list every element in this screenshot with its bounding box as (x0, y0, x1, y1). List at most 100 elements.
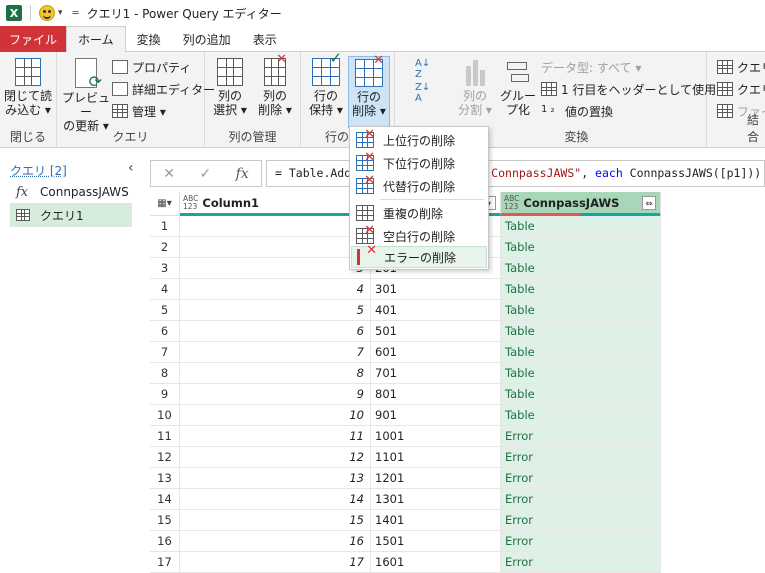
data-type-dropdown[interactable]: データ型: すべて ▾ (541, 57, 641, 77)
table-cell[interactable]: 10 (180, 405, 371, 426)
manage-button[interactable]: 管理 ▾ (112, 101, 166, 121)
table-row[interactable]: 8 8 701 Table (150, 363, 661, 384)
table-cell[interactable]: 2 (180, 237, 371, 258)
tab-home[interactable]: ホーム (66, 26, 126, 53)
close-and-load-button[interactable]: 閉じて読 み込む ▾ (4, 58, 52, 117)
table-cell[interactable]: 401 (371, 300, 501, 321)
table-cell[interactable]: 1201 (371, 468, 501, 489)
table-cell[interactable]: 1101 (371, 447, 501, 468)
menu-item-remove-duplicates[interactable]: 重複の削除 (351, 202, 487, 224)
table-cell[interactable]: 13 (180, 468, 371, 489)
table-cell[interactable]: Table (501, 321, 661, 342)
table-row[interactable]: 6 6 501 Table (150, 321, 661, 342)
menu-item-remove-errors[interactable]: エラーの削除 (351, 243, 487, 268)
table-cell[interactable]: Error (501, 510, 661, 531)
table-cell[interactable]: Error (501, 552, 661, 573)
use-first-row-as-headers-button[interactable]: 1 行目をヘッダーとして使用 ▾ (541, 79, 726, 99)
table-cell[interactable]: Error (501, 468, 661, 489)
type-any-icon[interactable]: ABC 123 (183, 194, 198, 211)
feedback-smiley-icon[interactable] (39, 5, 55, 21)
replace-values-button[interactable]: 1 ₂ 値の置換 (541, 101, 613, 121)
table-cell[interactable]: Table (501, 300, 661, 321)
table-cell[interactable]: Table (501, 405, 661, 426)
table-cell[interactable]: 701 (371, 363, 501, 384)
sort-descending-icon[interactable]: Z↓ A (415, 82, 430, 104)
table-cell[interactable]: Table (501, 363, 661, 384)
table-cell[interactable]: 801 (371, 384, 501, 405)
column-header-column1[interactable]: ABC 123 Column1 ▾ (180, 192, 371, 216)
table-cell[interactable]: 17 (180, 552, 371, 573)
table-cell[interactable]: 5 (180, 300, 371, 321)
collapse-pane-icon[interactable]: ‹ (128, 160, 134, 176)
split-column-button[interactable]: 列の 分割 ▾ (455, 58, 495, 117)
table-cell[interactable]: Table (501, 342, 661, 363)
keep-rows-button[interactable]: 行の 保持 ▾ (306, 51, 346, 117)
table-row[interactable]: 16 16 1501 Error (150, 531, 661, 552)
table-cell[interactable]: 12 (180, 447, 371, 468)
table-row[interactable]: 14 14 1301 Error (150, 489, 661, 510)
cancel-formula-icon[interactable]: ✕ (163, 166, 175, 182)
table-row[interactable]: 9 9 801 Table (150, 384, 661, 405)
confirm-formula-icon[interactable]: ✓ (199, 166, 211, 182)
table-cell[interactable]: 901 (371, 405, 501, 426)
table-row[interactable]: 4 4 301 Table (150, 279, 661, 300)
table-row[interactable]: 17 17 1601 Error (150, 552, 661, 573)
table-row[interactable]: 10 10 901 Table (150, 405, 661, 426)
table-row[interactable]: 12 12 1101 Error (150, 447, 661, 468)
table-cell[interactable]: 4 (180, 279, 371, 300)
table-cell[interactable]: Table (501, 279, 661, 300)
table-cell[interactable]: Error (501, 531, 661, 552)
merge-queries-button[interactable]: クエリの (717, 57, 765, 77)
chevron-down-icon[interactable]: ▾ (58, 8, 63, 18)
table-row[interactable]: 11 11 1001 Error (150, 426, 661, 447)
tab-view[interactable]: 表示 (242, 26, 288, 52)
tab-transform[interactable]: 変換 (126, 26, 172, 52)
table-cell[interactable]: Error (501, 447, 661, 468)
tab-file[interactable]: ファイル (0, 26, 67, 52)
remove-rows-button[interactable]: 行の 削除 ▾ (348, 54, 390, 128)
sort-ascending-icon[interactable]: A↓ Z (415, 58, 430, 80)
refresh-preview-button[interactable]: ⟳ プレビュー の更新 ▾ (60, 58, 112, 133)
table-cell[interactable]: 14 (180, 489, 371, 510)
menu-item-remove-alternate-rows[interactable]: 代替行の削除 (351, 173, 487, 197)
query-item-connpassjaws[interactable]: fx ConnpassJAWS (10, 180, 132, 204)
table-cell[interactable]: 1601 (371, 552, 501, 573)
table-cell[interactable]: Error (501, 489, 661, 510)
table-cell[interactable]: 6 (180, 321, 371, 342)
choose-columns-button[interactable]: 列の 選択 ▾ (210, 58, 250, 117)
table-row[interactable]: 15 15 1401 Error (150, 510, 661, 531)
table-cell[interactable]: 9 (180, 384, 371, 405)
tab-add-column[interactable]: 列の追加 (172, 26, 242, 52)
table-cell[interactable]: 15 (180, 510, 371, 531)
customize-qat-icon[interactable]: ═ (73, 8, 79, 19)
column-header-connpassjaws[interactable]: ABC 123 ConnpassJAWS ⇔ (501, 192, 661, 216)
table-cell[interactable]: 501 (371, 321, 501, 342)
properties-button[interactable]: プロパティ (112, 57, 191, 77)
table-cell[interactable]: 11 (180, 426, 371, 447)
menu-item-remove-top-rows[interactable]: 上位行の削除 (351, 127, 487, 151)
type-any-icon[interactable]: ABC 123 (504, 194, 519, 211)
table-cell[interactable]: 1001 (371, 426, 501, 447)
menu-item-remove-bottom-rows[interactable]: 下位行の削除 (351, 150, 487, 174)
table-cell[interactable]: 301 (371, 279, 501, 300)
table-cell[interactable]: 3 (180, 258, 371, 279)
query-item-query1[interactable]: クエリ1 (10, 203, 132, 227)
expand-column-icon[interactable]: ⇔ (642, 196, 656, 210)
table-cell[interactable]: 601 (371, 342, 501, 363)
append-queries-button[interactable]: クエリの (717, 79, 765, 99)
advanced-editor-button[interactable]: 詳細エディター (112, 79, 215, 99)
group-by-button[interactable]: グルー プ化 (499, 58, 537, 117)
remove-columns-button[interactable]: 列の 削除 ▾ (255, 53, 295, 117)
table-cell[interactable]: Table (501, 258, 661, 279)
table-cell[interactable]: 8 (180, 363, 371, 384)
table-cell[interactable]: 7 (180, 342, 371, 363)
insert-function-icon[interactable]: fx (236, 166, 249, 182)
table-row[interactable]: 7 7 601 Table (150, 342, 661, 363)
table-cell[interactable]: 16 (180, 531, 371, 552)
formula-input[interactable]: = Table.Add ConnpassJAWS", each ConnpassJ… (266, 160, 765, 187)
table-cell[interactable]: Table (501, 216, 661, 237)
table-cell[interactable]: Table (501, 237, 661, 258)
table-cell[interactable]: 1301 (371, 489, 501, 510)
table-menu-icon[interactable]: ▦▾ (150, 192, 180, 216)
table-cell[interactable]: 1401 (371, 510, 501, 531)
